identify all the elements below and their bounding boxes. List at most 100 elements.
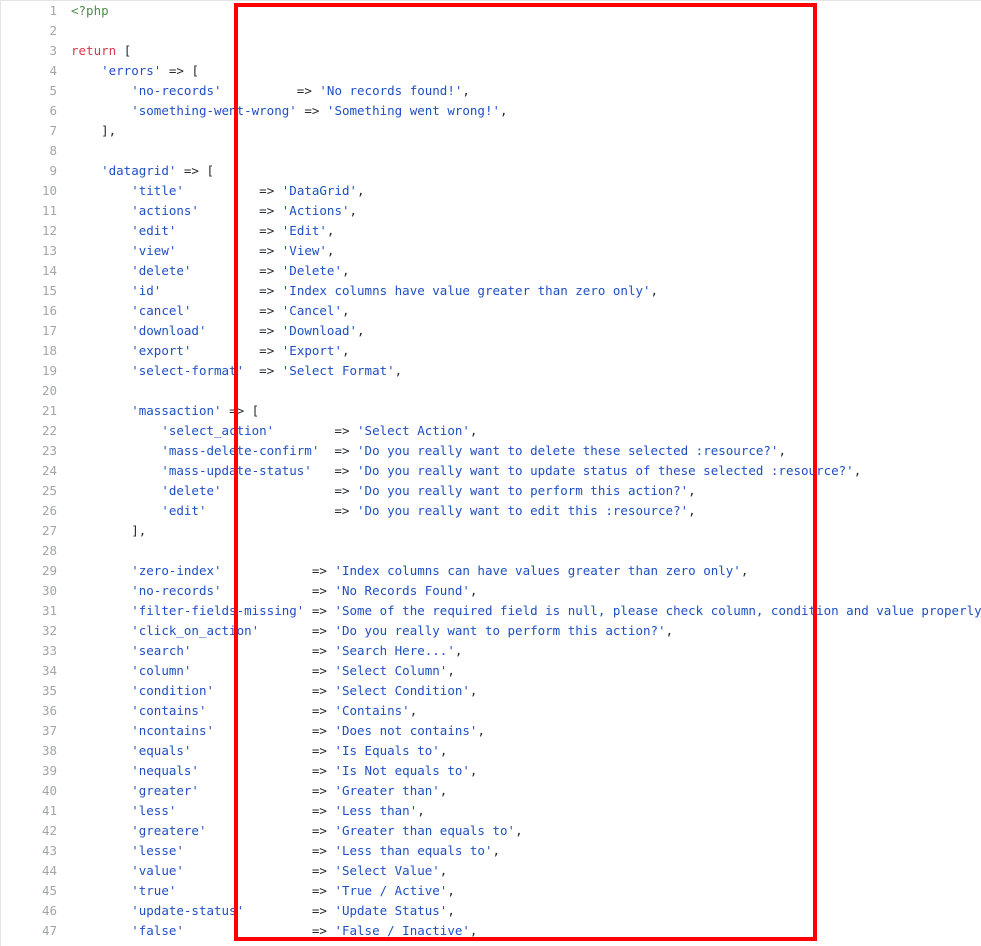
code-line[interactable]: 3 return [ — [1, 41, 981, 61]
code-line-content[interactable]: 'click_on_action' => 'Do you really want… — [67, 621, 981, 641]
code-line-content[interactable]: 'search' => 'Search Here...', — [67, 641, 981, 661]
code-line-content[interactable]: 'filter-fields-missing' => 'Some of the … — [67, 601, 981, 621]
code-line-content[interactable]: 'less' => 'Less than', — [67, 801, 981, 821]
code-line-content[interactable] — [67, 141, 981, 161]
code-line-content[interactable]: 'id' => 'Index columns have value greate… — [67, 281, 981, 301]
code-viewer[interactable]: 1 <?php 2 3 return [4 'errors' => [5 'no-re… — [0, 0, 981, 946]
code-line-content[interactable]: 'column' => 'Select Column', — [67, 661, 981, 681]
code-line[interactable]: 28 — [1, 541, 981, 561]
code-line[interactable]: 41 'less' => 'Less than', — [1, 801, 981, 821]
code-line-content[interactable]: 'condition' => 'Select Condition', — [67, 681, 981, 701]
code-line[interactable]: 2 — [1, 21, 981, 41]
code-line[interactable]: 35 'condition' => 'Select Condition', — [1, 681, 981, 701]
code-line[interactable]: 44 'value' => 'Select Value', — [1, 861, 981, 881]
code-line-content[interactable]: ], — [67, 121, 981, 141]
code-line[interactable]: 39 'nequals' => 'Is Not equals to', — [1, 761, 981, 781]
code-line[interactable]: 5 'no-records' => 'No records found!', — [1, 81, 981, 101]
code-line-content[interactable]: 'no-records' => 'No records found!', — [67, 81, 981, 101]
code-line[interactable]: 33 'search' => 'Search Here...', — [1, 641, 981, 661]
code-line-content[interactable]: 'zero-index' => 'Index columns can have … — [67, 561, 981, 581]
code-line-content[interactable]: 'select_action' => 'Select Action', — [67, 421, 981, 441]
code-line[interactable]: 14 'delete' => 'Delete', — [1, 261, 981, 281]
code-line[interactable]: 23 'mass-delete-confirm' => 'Do you real… — [1, 441, 981, 461]
code-line[interactable]: 43 'lesse' => 'Less than equals to', — [1, 841, 981, 861]
code-line[interactable]: 18 'export' => 'Export', — [1, 341, 981, 361]
code-line-content[interactable]: 'mass-delete-confirm' => 'Do you really … — [67, 441, 981, 461]
code-line-content[interactable]: 'greater' => 'Greater than', — [67, 781, 981, 801]
code-line-content[interactable]: 'mass-update-status' => 'Do you really w… — [67, 461, 981, 481]
code-line[interactable]: 36 'contains' => 'Contains', — [1, 701, 981, 721]
code-line-content[interactable]: 'export' => 'Export', — [67, 341, 981, 361]
code-line-content[interactable] — [67, 541, 981, 561]
code-line-content[interactable]: 'true' => 'True / Active', — [67, 881, 981, 901]
code-line[interactable]: 7 ], — [1, 121, 981, 141]
code-line[interactable]: 27 ], — [1, 521, 981, 541]
code-line-content[interactable]: 'update-status' => 'Update Status', — [67, 901, 981, 921]
code-line[interactable]: 9 'datagrid' => [ — [1, 161, 981, 181]
code-line-content[interactable]: 'ncontains' => 'Does not contains', — [67, 721, 981, 741]
code-line-content[interactable]: 'delete' => 'Delete', — [67, 261, 981, 281]
code-line-content[interactable]: 'datagrid' => [ — [67, 161, 981, 181]
code-line-content[interactable]: 'delete' => 'Do you really want to perfo… — [67, 481, 981, 501]
code-line[interactable]: 17 'download' => 'Download', — [1, 321, 981, 341]
code-line[interactable]: 46 'update-status' => 'Update Status', — [1, 901, 981, 921]
code-line-content[interactable]: 'equals' => 'Is Equals to', — [67, 741, 981, 761]
code-line[interactable]: 25 'delete' => 'Do you really want to pe… — [1, 481, 981, 501]
code-line[interactable]: 22 'select_action' => 'Select Action', — [1, 421, 981, 441]
code-line-content[interactable]: 'lesse' => 'Less than equals to', — [67, 841, 981, 861]
line-number: 32 — [41, 623, 57, 638]
code-line[interactable]: 13 'view' => 'View', — [1, 241, 981, 261]
code-line-content[interactable]: 'view' => 'View', — [67, 241, 981, 261]
code-line-content[interactable]: 'download' => 'Download', — [67, 321, 981, 341]
code-line-content[interactable] — [67, 381, 981, 401]
code-line-content[interactable]: 'edit' => 'Do you really want to edit th… — [67, 501, 981, 521]
code-line[interactable]: 42 'greatere' => 'Greater than equals to… — [1, 821, 981, 841]
code-line[interactable]: 4 'errors' => [ — [1, 61, 981, 81]
code-line[interactable]: 21 'massaction' => [ — [1, 401, 981, 421]
code-line-content[interactable]: 'edit' => 'Edit', — [67, 221, 981, 241]
code-line-content[interactable]: 'something-went-wrong' => 'Something wen… — [67, 101, 981, 121]
code-line-content[interactable]: 'contains' => 'Contains', — [67, 701, 981, 721]
code-line-content[interactable] — [67, 21, 981, 41]
code-line-content[interactable]: <?php — [67, 1, 981, 21]
code-line[interactable]: 38 'equals' => 'Is Equals to', — [1, 741, 981, 761]
code-line[interactable]: 8 — [1, 141, 981, 161]
code-line[interactable]: 29 'zero-index' => 'Index columns can ha… — [1, 561, 981, 581]
code-line[interactable]: 6 'something-went-wrong' => 'Something w… — [1, 101, 981, 121]
code-line-content[interactable]: 'greatere' => 'Greater than equals to', — [67, 821, 981, 841]
code-line-content[interactable]: 'cancel' => 'Cancel', — [67, 301, 981, 321]
code-line[interactable]: 47 'false' => 'False / Inactive', — [1, 921, 981, 941]
code-line[interactable]: 20 — [1, 381, 981, 401]
code-line-content[interactable]: 'select-format' => 'Select Format', — [67, 361, 981, 381]
code-line-content[interactable]: return [ — [67, 41, 981, 61]
code-line[interactable]: 24 'mass-update-status' => 'Do you reall… — [1, 461, 981, 481]
code-line-content[interactable]: 'no-records' => 'No Records Found', — [67, 581, 981, 601]
code-line[interactable]: 11 'actions' => 'Actions', — [1, 201, 981, 221]
code-line[interactable]: 45 'true' => 'True / Active', — [1, 881, 981, 901]
code-line[interactable]: 26 'edit' => 'Do you really want to edit… — [1, 501, 981, 521]
code-line-content[interactable]: 'value' => 'Select Value', — [67, 861, 981, 881]
code-line[interactable]: 31 'filter-fields-missing' => 'Some of t… — [1, 601, 981, 621]
code-line[interactable]: 37 'ncontains' => 'Does not contains', — [1, 721, 981, 741]
code-line[interactable]: 40 'greater' => 'Greater than', — [1, 781, 981, 801]
code-line[interactable]: 12 'edit' => 'Edit', — [1, 221, 981, 241]
code-line[interactable]: 32 'click_on_action' => 'Do you really w… — [1, 621, 981, 641]
code-line[interactable]: 15 'id' => 'Index columns have value gre… — [1, 281, 981, 301]
code-line-content[interactable]: 'massaction' => [ — [67, 401, 981, 421]
code-line-content[interactable]: 'title' => 'DataGrid', — [67, 181, 981, 201]
code-line-content[interactable]: 'actions' => 'Actions', — [67, 201, 981, 221]
code-line-content[interactable]: ], — [67, 521, 981, 541]
code-line-content[interactable]: 'nequals' => 'Is Not equals to', — [67, 761, 981, 781]
code-line-content[interactable]: 'errors' => [ — [67, 61, 981, 81]
code-line[interactable]: 30 'no-records' => 'No Records Found', — [1, 581, 981, 601]
code-line-content[interactable]: 'false' => 'False / Inactive', — [67, 921, 981, 941]
code-line[interactable]: 1 <?php — [1, 1, 981, 21]
code-line[interactable]: 16 'cancel' => 'Cancel', — [1, 301, 981, 321]
token-str: 'value' — [131, 863, 184, 878]
code-line[interactable]: 19 'select-format' => 'Select Format', — [1, 361, 981, 381]
code-line[interactable]: 10 'title' => 'DataGrid', — [1, 181, 981, 201]
code-line[interactable]: 34 'column' => 'Select Column', — [1, 661, 981, 681]
